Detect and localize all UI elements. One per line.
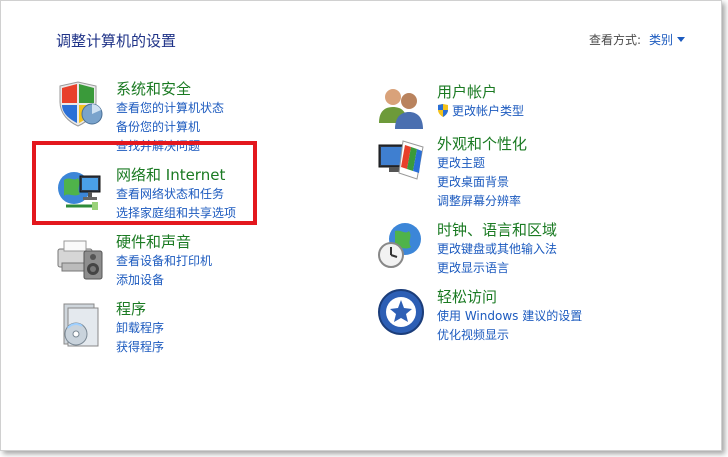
control-panel-window: 调整计算机的设置 查看方式: 类别 系统和安全 查看您的计算机状态 备份您的计算机…	[0, 0, 722, 451]
link-item[interactable]: 更改帐户类型	[437, 102, 524, 121]
chevron-down-icon[interactable]	[677, 37, 685, 42]
view-by: 查看方式: 类别	[589, 31, 685, 48]
link-item[interactable]: 查看您的计算机状态	[116, 99, 224, 118]
category-heading[interactable]: 时钟、语言和区域	[437, 221, 557, 240]
link-item[interactable]: 使用 Windows 建议的设置	[437, 307, 582, 326]
clock-globe-icon[interactable]	[377, 221, 425, 269]
shield-icon[interactable]	[56, 80, 104, 128]
link-item[interactable]: 获得程序	[116, 338, 164, 357]
link-item[interactable]: 调整屏幕分辨率	[437, 192, 527, 211]
monitor-palette-icon[interactable]	[377, 135, 425, 183]
category-heading[interactable]: 轻松访问	[437, 288, 582, 307]
users-icon[interactable]	[377, 83, 425, 131]
category-heading[interactable]: 硬件和声音	[116, 233, 212, 252]
link-item[interactable]: 更改键盘或其他输入法	[437, 240, 557, 259]
link-item[interactable]: 查看设备和打印机	[116, 252, 212, 271]
link-item[interactable]: 优化视频显示	[437, 326, 582, 345]
page-title: 调整计算机的设置	[56, 32, 177, 50]
link-item[interactable]: 更改主题	[437, 154, 527, 173]
link-text[interactable]: 更改帐户类型	[452, 104, 524, 118]
view-by-label: 查看方式:	[588, 33, 641, 47]
view-by-value[interactable]: 类别	[649, 33, 673, 47]
link-item[interactable]: 添加设备	[116, 271, 212, 290]
view-by-dropdown[interactable]: 类别	[649, 33, 685, 47]
category-heading[interactable]: 外观和个性化	[437, 135, 527, 154]
programs-icon[interactable]	[56, 300, 104, 348]
red-highlight-box	[32, 141, 257, 225]
link-item[interactable]: 卸载程序	[116, 319, 164, 338]
uac-shield-icon	[438, 104, 448, 117]
category-heading[interactable]: 系统和安全	[116, 80, 224, 99]
link-item[interactable]: 更改显示语言	[437, 259, 557, 278]
ease-of-access-icon[interactable]	[377, 288, 425, 336]
category-heading[interactable]: 程序	[116, 300, 164, 319]
link-item[interactable]: 更改桌面背景	[437, 173, 527, 192]
printer-speaker-icon[interactable]	[56, 233, 104, 281]
link-item[interactable]: 备份您的计算机	[116, 118, 224, 137]
category-heading[interactable]: 用户帐户	[437, 83, 524, 102]
